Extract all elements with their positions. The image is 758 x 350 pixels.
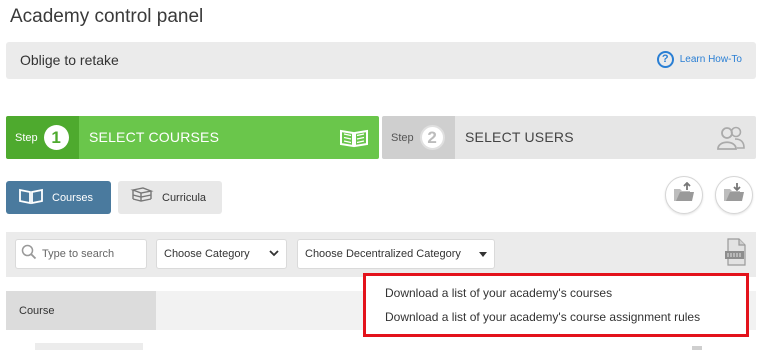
column-header-label: Course: [19, 305, 55, 317]
menu-item-download-courses[interactable]: Download a list of your academy's course…: [385, 286, 612, 300]
csv-file-icon[interactable]: [724, 238, 748, 271]
books-stack-icon: [130, 186, 154, 209]
help-icon: ?: [656, 51, 674, 68]
step-number: 1: [43, 125, 69, 150]
tab-curricula[interactable]: Curricula: [118, 181, 222, 214]
tab-label: Curricula: [162, 191, 207, 204]
tab-courses[interactable]: Courses: [6, 181, 111, 214]
decentralized-category-select[interactable]: Choose Decentralized Category: [297, 239, 495, 269]
users-icon: [716, 125, 746, 156]
step-select-users[interactable]: Step 2 SELECT USERS: [382, 116, 756, 159]
step-main: SELECT COURSES: [79, 116, 379, 159]
step-main: SELECT USERS: [455, 116, 756, 159]
subheader-bar: Oblige to retake ? Learn How-To: [6, 42, 756, 79]
step-label: SELECT USERS: [465, 129, 574, 145]
learn-how-to-label: Learn How-To: [679, 54, 742, 65]
step-label: SELECT COURSES: [89, 129, 220, 145]
learn-how-to-link[interactable]: ? Learn How-To: [656, 51, 742, 68]
step-word: Step: [391, 131, 414, 144]
step-number: 2: [419, 125, 445, 150]
tab-label: Courses: [52, 191, 93, 204]
page-title: Academy control panel: [10, 6, 204, 27]
table-header-course[interactable]: Course: [6, 291, 156, 330]
filter-bar: Choose Category Choose Decentralized Cat…: [6, 232, 756, 277]
download-folder-icon: [722, 182, 746, 209]
caret-down-icon: [479, 251, 487, 257]
search-icon: [21, 244, 37, 265]
decentralized-select-value: Choose Decentralized Category: [305, 248, 461, 260]
step-badge: Step 2: [382, 116, 455, 159]
step-word: Step: [15, 131, 38, 144]
step-select-courses[interactable]: Step 1 SELECT COURSES: [6, 116, 379, 159]
upload-folder-icon: [672, 181, 696, 209]
search-input[interactable]: [42, 248, 142, 260]
subheader-title: Oblige to retake: [20, 52, 119, 68]
category-select[interactable]: Choose Category: [156, 239, 287, 269]
category-select-value: Choose Category: [164, 248, 250, 260]
chevron-down-icon: [269, 248, 279, 260]
menu-item-download-assignment-rules[interactable]: Download a list of your academy's course…: [385, 310, 700, 324]
import-button[interactable]: [665, 176, 703, 214]
table-row-marker: [692, 346, 702, 350]
step-badge: Step 1: [6, 116, 79, 159]
table-row: [35, 343, 143, 350]
export-button[interactable]: [715, 176, 753, 214]
search-box[interactable]: [15, 239, 147, 269]
export-dropdown-menu: Download a list of your academy's course…: [363, 273, 749, 337]
open-book-icon: [18, 187, 44, 208]
open-book-icon: [339, 125, 369, 154]
